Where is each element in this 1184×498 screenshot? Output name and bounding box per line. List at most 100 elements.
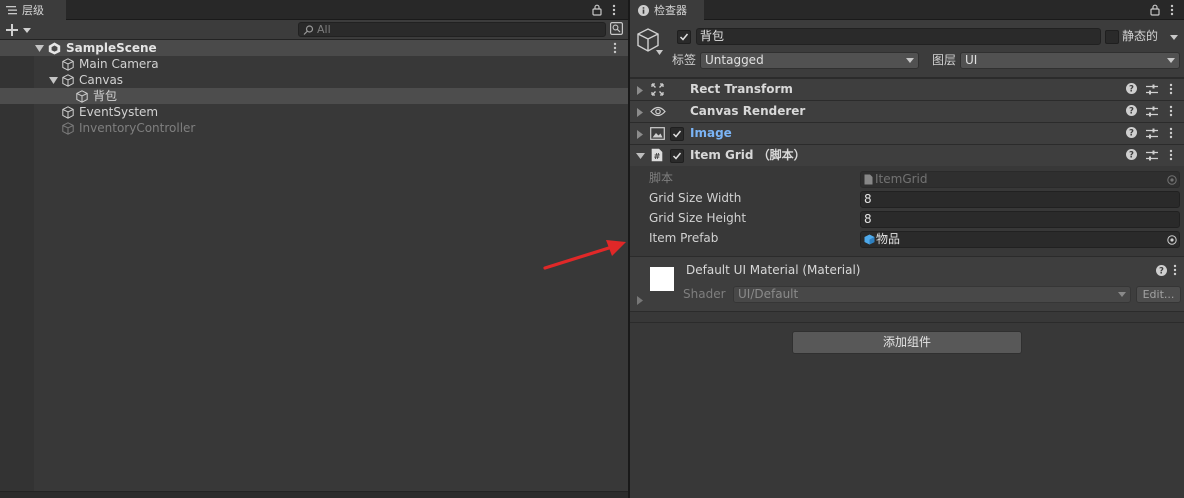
static-dropdown-arrow-icon[interactable]: [1170, 35, 1178, 40]
component-more-icon[interactable]: [1169, 83, 1173, 95]
preset-icon[interactable]: [1146, 128, 1158, 139]
object-header: 背包 静态的 标签 Untagged 图层 UI: [630, 20, 1184, 78]
hierarchy-item-inventorycontroller[interactable]: InventoryController: [0, 120, 628, 136]
help-icon[interactable]: ?: [1126, 127, 1137, 138]
more-menu-icon[interactable]: [1170, 4, 1174, 16]
more-menu-icon[interactable]: [612, 4, 616, 16]
inspector-tab-bar: 检查器: [630, 0, 1184, 20]
component-rect-transform[interactable]: Rect Transform ?: [630, 78, 1184, 100]
scene-visibility-toggle-icon[interactable]: [610, 22, 623, 35]
chevron-down-icon: [906, 58, 914, 63]
foldout-expanded-icon[interactable]: [35, 45, 44, 52]
inspector-tab-label: 检查器: [654, 4, 687, 17]
help-icon[interactable]: ?: [1156, 265, 1167, 276]
foldout-collapsed-icon[interactable]: [637, 130, 643, 139]
grid-width-value: 8: [864, 192, 872, 206]
layer-label: 图层: [932, 53, 957, 67]
hierarchy-item-eventsystem[interactable]: EventSystem: [0, 104, 628, 120]
hierarchy-item-backpack[interactable]: 背包: [0, 88, 628, 104]
item-label: InventoryController: [79, 121, 196, 135]
hierarchy-item-canvas[interactable]: Canvas: [0, 72, 628, 88]
component-canvas-renderer[interactable]: Canvas Renderer ?: [630, 100, 1184, 122]
svg-text:?: ?: [1129, 151, 1134, 160]
search-icon: [303, 25, 314, 35]
foldout-expanded-icon[interactable]: [49, 77, 58, 84]
inspector-panel: 检查器 背包 静态的 标签 Untagged 图层 UI Rect Transf…: [630, 0, 1184, 498]
object-picker-icon: [1167, 175, 1177, 185]
hierarchy-search-input[interactable]: All: [298, 22, 606, 37]
icon-dropdown-arrow-icon[interactable]: [656, 50, 663, 55]
object-picker-icon[interactable]: [1167, 235, 1177, 245]
gameobject-icon: [62, 58, 74, 71]
checkmark-icon: [672, 130, 682, 138]
item-label: Canvas: [79, 73, 124, 87]
gameobject-icon: [76, 90, 88, 103]
svg-text:?: ?: [1129, 129, 1134, 138]
item-label: EventSystem: [79, 105, 159, 119]
chevron-down-icon: [1167, 58, 1175, 63]
item-label: Main Camera: [79, 57, 159, 71]
hierarchy-panel: 层级 All SampleScene Main Camera Canvas 背包…: [0, 0, 628, 498]
hierarchy-tab-label: 层级: [22, 4, 44, 17]
item-prefab-field[interactable]: 物品: [860, 231, 1180, 248]
script-value: ItemGrid: [875, 172, 928, 186]
material-more-icon[interactable]: [1173, 264, 1177, 276]
component-title: Canvas Renderer: [690, 104, 806, 118]
static-label: 静态的: [1122, 29, 1159, 43]
hierarchy-tab-bar: 层级: [0, 0, 628, 20]
gameobject-large-icon: [637, 28, 659, 52]
component-enabled-checkbox[interactable]: [670, 149, 684, 163]
inspector-tab[interactable]: 检查器: [630, 0, 704, 20]
preset-icon[interactable]: [1146, 84, 1158, 95]
add-component-button[interactable]: 添加组件: [792, 331, 1022, 354]
component-enabled-checkbox[interactable]: [670, 127, 684, 141]
layer-dropdown[interactable]: UI: [960, 52, 1180, 69]
component-more-icon[interactable]: [1169, 149, 1173, 161]
preset-icon[interactable]: [1146, 150, 1158, 161]
shader-edit-button: Edit...: [1136, 286, 1181, 303]
grid-height-value: 8: [864, 212, 872, 226]
lock-icon[interactable]: [592, 4, 602, 16]
script-field: ItemGrid: [860, 171, 1180, 188]
hierarchy-tab[interactable]: 层级: [0, 0, 66, 20]
create-button[interactable]: [6, 23, 34, 37]
grid-height-input[interactable]: 8: [860, 211, 1180, 228]
item-grid-properties: 脚本 ItemGrid Grid Size Width 8 Grid Size …: [630, 166, 1184, 256]
help-icon[interactable]: ?: [1126, 149, 1137, 160]
scene-more-icon[interactable]: [613, 42, 617, 54]
static-checkbox[interactable]: [1105, 30, 1119, 44]
grid-width-input[interactable]: 8: [860, 191, 1180, 208]
gameobject-icon: [62, 74, 74, 87]
foldout-collapsed-icon[interactable]: [637, 296, 643, 305]
component-more-icon[interactable]: [1169, 127, 1173, 139]
component-image[interactable]: Image ?: [630, 122, 1184, 144]
shader-dropdown: UI/Default: [733, 286, 1131, 303]
component-more-icon[interactable]: [1169, 105, 1173, 117]
checkmark-icon: [672, 152, 682, 160]
tag-dropdown[interactable]: Untagged: [700, 52, 919, 69]
hierarchy-bottom-bar: [0, 491, 628, 498]
help-icon[interactable]: ?: [1126, 83, 1137, 94]
shader-label: Shader: [683, 287, 726, 301]
add-component-label: 添加组件: [882, 335, 931, 349]
material-name: Default UI Material (Material): [686, 263, 861, 277]
tag-value: Untagged: [705, 53, 764, 67]
scene-row[interactable]: SampleScene: [0, 40, 628, 56]
shader-edit-label: Edit...: [1142, 288, 1175, 301]
help-icon[interactable]: ?: [1126, 105, 1137, 116]
lock-icon[interactable]: [1150, 4, 1160, 16]
material-preview-swatch: [650, 267, 674, 291]
preset-icon[interactable]: [1146, 106, 1158, 117]
plus-icon: [6, 24, 18, 36]
svg-text:?: ?: [1129, 85, 1134, 94]
foldout-collapsed-icon[interactable]: [637, 108, 643, 117]
hierarchy-item-main-camera[interactable]: Main Camera: [0, 56, 628, 72]
foldout-collapsed-icon[interactable]: [637, 86, 643, 95]
active-checkbox[interactable]: [677, 30, 691, 44]
foldout-expanded-icon[interactable]: [636, 153, 645, 159]
component-title: Image: [690, 126, 732, 140]
component-item-grid[interactable]: # Item Grid （脚本） ?: [630, 144, 1184, 166]
scene-name: SampleScene: [66, 41, 157, 55]
script-icon: [864, 174, 873, 185]
object-name-input[interactable]: 背包: [696, 28, 1101, 45]
